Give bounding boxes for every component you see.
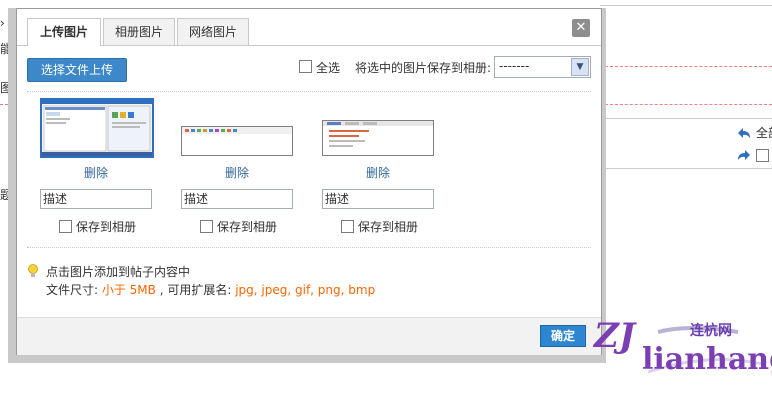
redo-icon[interactable]	[736, 148, 752, 162]
dialog-footer	[17, 317, 601, 355]
lightbulb-icon	[28, 264, 38, 277]
image-thumbnail[interactable]	[181, 126, 293, 156]
screenshot-preview	[42, 100, 152, 156]
image-thumbnail[interactable]	[40, 98, 154, 158]
watermark-logo: ZJ 连杭网 lianhang	[588, 312, 772, 393]
tab-web-image[interactable]: 网络图片	[177, 18, 249, 45]
bg-divider	[600, 66, 772, 67]
save-to-album-label: 将选中的图片保存到相册:	[355, 61, 492, 75]
save-to-album-label: 保存到相册	[76, 220, 137, 234]
save-to-album-checkbox[interactable]	[59, 220, 72, 233]
screenshot-preview	[323, 121, 433, 155]
delete-image-link[interactable]: 删除	[84, 164, 108, 181]
tip-ext-value: jpg, jpeg, gif, png, bmp	[235, 283, 376, 297]
save-to-album-label: 保存到相册	[217, 220, 278, 234]
image-upload-dialog: 上传图片 相册图片 网络图片 ✕ 选择文件上传 全选 将选中的图片保存到相册: …	[16, 8, 602, 355]
save-to-album-checkbox[interactable]	[341, 220, 354, 233]
save-to-album-label: 保存到相册	[358, 220, 419, 234]
tip-file-limits: 文件尺寸: 小于 5MB , 可用扩展名: jpg, jpeg, gif, pn…	[46, 281, 375, 298]
undo-icon[interactable]	[736, 126, 752, 140]
confirm-button[interactable]: 确定	[540, 325, 586, 347]
bg-divider	[600, 118, 772, 119]
divider	[27, 247, 591, 248]
tab-upload-image[interactable]: 上传图片	[27, 18, 101, 46]
delete-image-link[interactable]: 删除	[225, 164, 249, 181]
watermark-brand: lianhang	[642, 342, 772, 377]
image-description-input[interactable]: 描述	[40, 189, 152, 209]
tab-album-image[interactable]: 相册图片	[103, 18, 175, 45]
bg-checkbox[interactable]	[756, 149, 769, 162]
image-thumbnail[interactable]	[322, 120, 434, 156]
tab-bar: 上传图片 相册图片 网络图片 ✕	[17, 9, 601, 46]
album-select-value: -------	[499, 59, 530, 73]
image-description-input[interactable]: 描述	[181, 189, 293, 209]
album-select[interactable]: ------- ▼	[494, 56, 591, 78]
tip-size-value: 小于 5MB	[101, 283, 156, 297]
divider	[27, 91, 591, 92]
delete-image-link[interactable]: 删除	[366, 164, 390, 181]
watermark-zj: ZJ	[594, 316, 635, 356]
tip-ext-prefix: , 可用扩展名:	[155, 283, 236, 297]
bg-divider	[600, 104, 772, 105]
tip-click-to-insert: 点击图片添加到帖子内容中	[46, 265, 191, 279]
select-all-label: 全选	[316, 61, 341, 75]
bg-divider	[600, 5, 772, 6]
watermark-chinese: 连杭网	[690, 323, 732, 339]
save-to-album-checkbox[interactable]	[200, 220, 213, 233]
close-icon[interactable]: ✕	[572, 19, 590, 37]
select-all-checkbox[interactable]	[299, 60, 312, 73]
select-file-upload-button[interactable]: 选择文件上传	[27, 58, 127, 82]
select-all-fragment: 全部	[756, 126, 772, 140]
chevron-down-icon[interactable]: ▼	[571, 58, 589, 76]
tip-size-prefix: 文件尺寸:	[46, 283, 102, 297]
editor-toolbar: 全部	[734, 120, 772, 170]
image-description-input[interactable]: 描述	[322, 189, 434, 209]
screenshot-preview	[182, 127, 292, 155]
bg-divider	[0, 104, 8, 105]
